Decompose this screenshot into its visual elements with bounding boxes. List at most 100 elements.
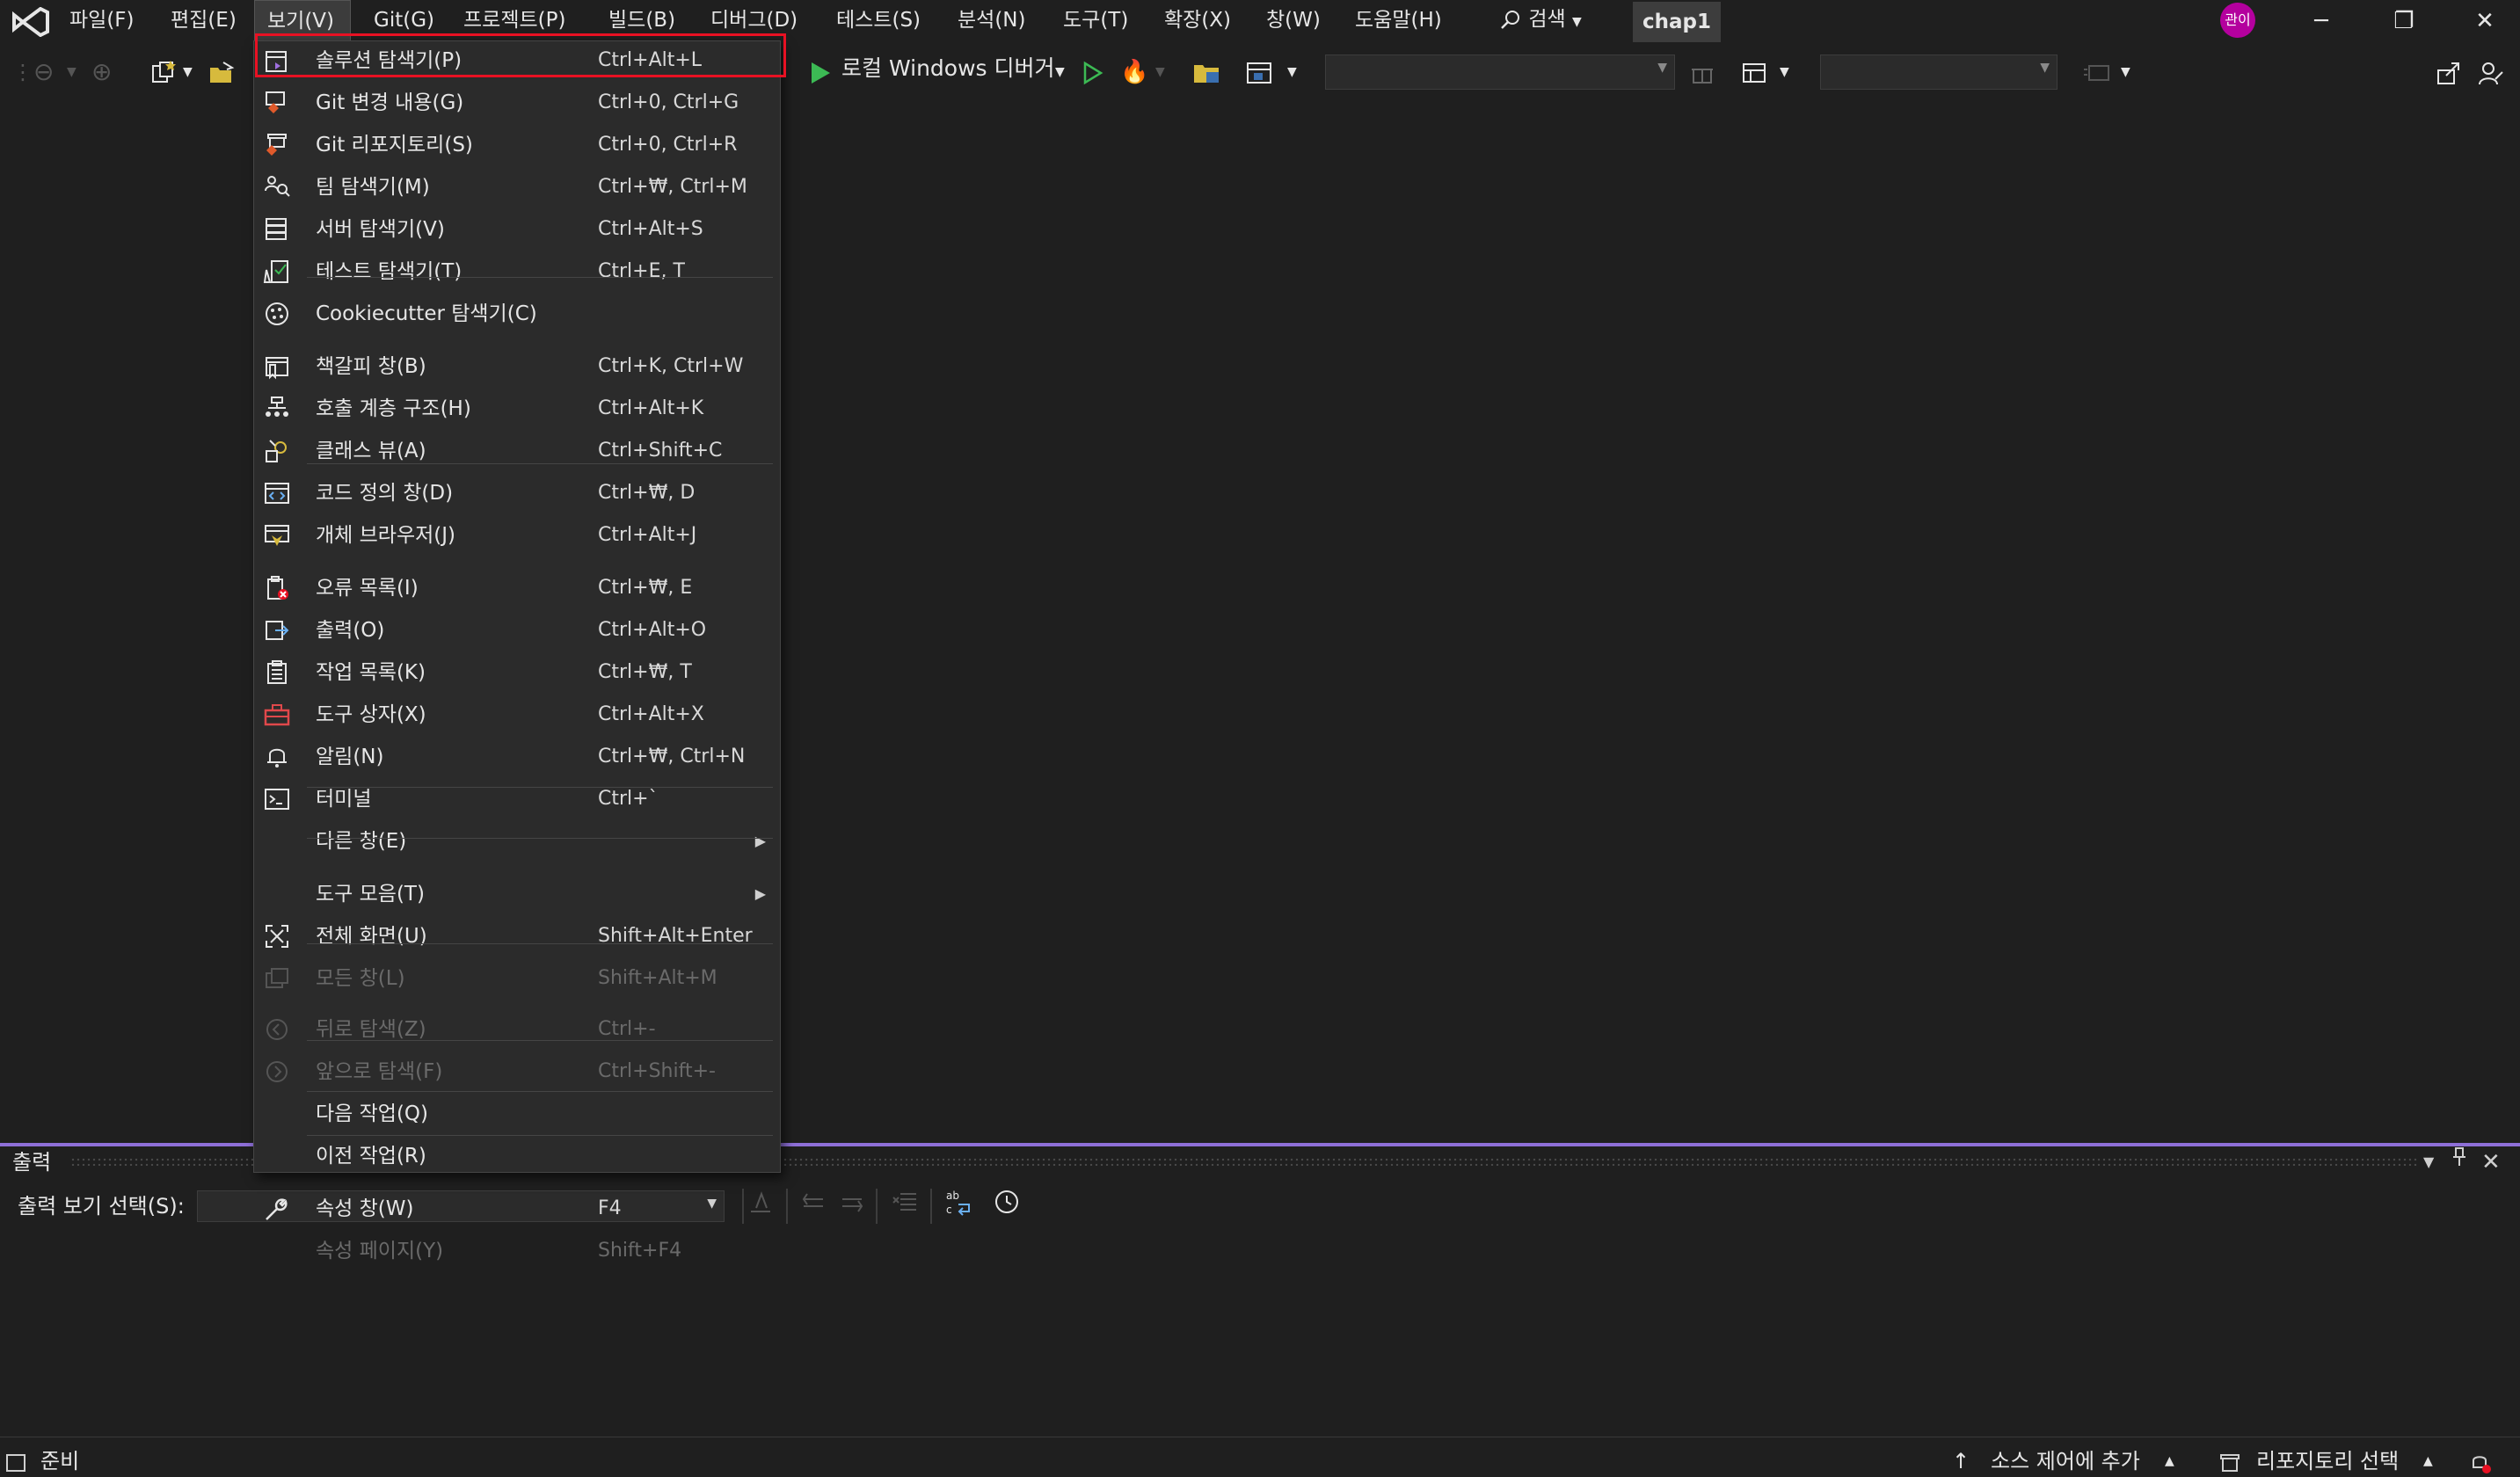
output-panel-title: 출력 — [12, 1150, 52, 1175]
view-menu-item[interactable]: 출력(O) Ctrl+Alt+O — [254, 611, 780, 650]
view-menu-item[interactable]: 알림(N) Ctrl+₩, Ctrl+N — [254, 738, 780, 776]
view-menu-item[interactable]: 속성 창(W) F4 — [254, 1190, 780, 1228]
view-menu-item[interactable]: 도구 상자(X) Ctrl+Alt+X — [254, 695, 780, 734]
solution-name[interactable]: chap1 — [1633, 2, 1721, 42]
status-ready-text: 준비 — [40, 1449, 80, 1473]
chevron-down-icon[interactable]: ▼ — [2423, 1146, 2434, 1178]
search-button[interactable]: 검색 ▼ — [1499, 0, 1582, 42]
chevron-down-icon[interactable]: ▼ — [1287, 47, 1297, 97]
solution-folder-icon[interactable] — [1192, 47, 1222, 97]
object-browser-icon — [265, 525, 289, 546]
view-menu-item[interactable]: 코드 정의 창(D) Ctrl+₩, D — [254, 474, 780, 513]
view-menu-item[interactable]: 이전 작업(R) — [254, 1137, 780, 1175]
account-settings-icon[interactable] — [2478, 47, 2504, 97]
view-menu-item-label: Cookiecutter 탐색기(C) — [316, 302, 537, 325]
chevron-down-icon[interactable]: ▼ — [1780, 47, 1789, 97]
view-menu-item[interactable]: 팀 탐색기(M) Ctrl+₩, Ctrl+M — [254, 168, 780, 207]
output-source-label: 출력 보기 선택(S): — [18, 1194, 185, 1219]
view-menu-item[interactable]: 호출 계층 구조(H) Ctrl+Alt+K — [254, 389, 780, 428]
view-menu-item-label: 서버 탐색기(V) — [316, 218, 445, 241]
terminal-icon — [265, 789, 289, 810]
share-icon[interactable] — [2436, 47, 2462, 97]
debugger-target-label[interactable]: 로컬 Windows 디버거 — [841, 51, 1055, 83]
view-menu-item[interactable]: 서버 탐색기(V) Ctrl+Alt+S — [254, 210, 780, 249]
platform-combo[interactable]: ▼ — [1820, 55, 2058, 90]
chevron-down-icon[interactable]: ▼ — [1155, 47, 1165, 97]
next-message-icon[interactable] — [839, 1189, 865, 1224]
chevron-down-icon[interactable]: ▼ — [67, 47, 76, 97]
view-menu-item[interactable]: 클래스 뷰(A) Ctrl+Shift+C — [254, 432, 780, 470]
layout-icon[interactable] — [1741, 47, 1767, 97]
view-menu-item[interactable]: 도구 모음(T) ▶ — [254, 875, 780, 913]
clear-all-icon[interactable] — [892, 1189, 918, 1224]
timestamp-icon[interactable] — [994, 1189, 1020, 1224]
code-definition-icon — [265, 483, 289, 504]
notification-bell-icon[interactable] — [2467, 1445, 2492, 1477]
menu-analyze[interactable]: 분석(N) — [958, 0, 1025, 42]
navigate-forward-icon[interactable]: ⊕ — [91, 47, 112, 97]
view-menu-item-shortcut: Ctrl+₩, Ctrl+M — [598, 176, 747, 198]
close-window-icon[interactable]: ✕ — [2450, 0, 2520, 42]
test-explorer-icon — [263, 260, 288, 283]
select-repository-button[interactable]: 리포지토리 선택 — [2256, 1445, 2399, 1477]
view-menu-item-shortcut: Ctrl+0, Ctrl+G — [598, 91, 739, 113]
view-menu-item[interactable]: 책갈피 창(B) Ctrl+K, Ctrl+W — [254, 347, 780, 386]
view-menu-item-shortcut: Ctrl+₩, Ctrl+N — [598, 746, 746, 768]
solution-layout-icon[interactable] — [1245, 47, 1273, 97]
configuration-combo[interactable]: ▼ — [1325, 55, 1675, 90]
divider — [876, 1189, 878, 1224]
chevron-down-icon[interactable]: ▼ — [2121, 47, 2130, 97]
menu-file[interactable]: 파일(F) — [69, 0, 135, 42]
view-menu-item-label: 속성 페이지(Y) — [316, 1240, 444, 1262]
menu-edit[interactable]: 편집(E) — [171, 0, 237, 42]
output-panel — [0, 1143, 2520, 1438]
view-menu-item[interactable]: 다른 창(E) ▶ — [254, 822, 780, 861]
chevron-down-icon[interactable]: ▼ — [183, 47, 193, 97]
menu-help[interactable]: 도움말(H) — [1355, 0, 1442, 42]
menu-window[interactable]: 창(W) — [1266, 0, 1321, 42]
view-menu-item[interactable]: 전체 화면(U) Shift+Alt+Enter — [254, 917, 780, 956]
open-folder-icon[interactable] — [208, 47, 236, 97]
hot-reload-icon[interactable]: 🔥 — [1120, 47, 1148, 97]
pin-icon[interactable] — [2451, 1146, 2467, 1178]
notification-bell-icon — [267, 748, 287, 768]
view-menu-item[interactable]: 다음 작업(Q) — [254, 1095, 780, 1133]
start-without-debugging-icon[interactable] — [1082, 47, 1104, 97]
avatar[interactable]: 관이 — [2220, 3, 2255, 38]
navigate-back-icon[interactable]: ⊖ — [33, 47, 54, 97]
add-to-source-control-button[interactable]: 소스 제어에 추가 — [1991, 1445, 2140, 1477]
view-menu-item[interactable]: Cookiecutter 탐색기(C) — [254, 295, 780, 333]
menu-separator — [307, 1091, 773, 1092]
menu-extensions[interactable]: 확장(X) — [1164, 0, 1231, 42]
bookmark-icon — [266, 357, 288, 380]
view-menu-item-shortcut: Ctrl+₩, E — [598, 577, 693, 599]
navigate-back-icon — [266, 1019, 288, 1040]
gift-icon[interactable] — [1690, 47, 1715, 97]
new-project-icon[interactable] — [149, 47, 178, 97]
chevron-down-icon[interactable]: ▼ — [1055, 47, 1065, 97]
previous-message-icon[interactable] — [800, 1189, 827, 1224]
start-debugging-icon[interactable] — [809, 47, 832, 97]
restore-icon[interactable]: ❐ — [2369, 0, 2439, 42]
divider — [786, 1189, 788, 1224]
chevron-up-icon[interactable]: ▲ — [2423, 1445, 2433, 1477]
svg-text:ab: ab — [946, 1190, 959, 1202]
view-menu-item-shortcut: Ctrl+Alt+X — [598, 703, 704, 725]
menu-tools[interactable]: 도구(T) — [1063, 0, 1128, 42]
minimize-icon[interactable]: ─ — [2286, 0, 2356, 42]
close-icon[interactable]: ✕ — [2481, 1146, 2501, 1178]
view-menu-item[interactable]: Git 리포지토리(S) Ctrl+0, Ctrl+R — [254, 126, 780, 164]
view-menu-item[interactable]: 테스트 탐색기(T) Ctrl+E, T — [254, 252, 780, 291]
view-menu-item[interactable]: Git 변경 내용(G) Ctrl+0, Ctrl+G — [254, 84, 780, 122]
toolbar-options-icon[interactable] — [2082, 47, 2112, 97]
menu-test[interactable]: 테스트(S) — [836, 0, 921, 42]
view-menu-item-label: 클래스 뷰(A) — [316, 440, 426, 462]
word-wrap-icon[interactable]: ab c — [944, 1189, 974, 1224]
view-menu-item[interactable]: 개체 브라우저(J) Ctrl+Alt+J — [254, 516, 780, 555]
menu-separator — [307, 1135, 773, 1136]
view-menu-item[interactable]: 터미널 Ctrl+` — [254, 780, 780, 819]
view-menu-item[interactable]: 작업 목록(K) Ctrl+₩, T — [254, 653, 780, 692]
view-menu-item[interactable]: 오류 목록(I) Ctrl+₩, E — [254, 569, 780, 608]
chevron-up-icon[interactable]: ▲ — [2165, 1445, 2174, 1477]
full-screen-icon — [266, 925, 288, 948]
